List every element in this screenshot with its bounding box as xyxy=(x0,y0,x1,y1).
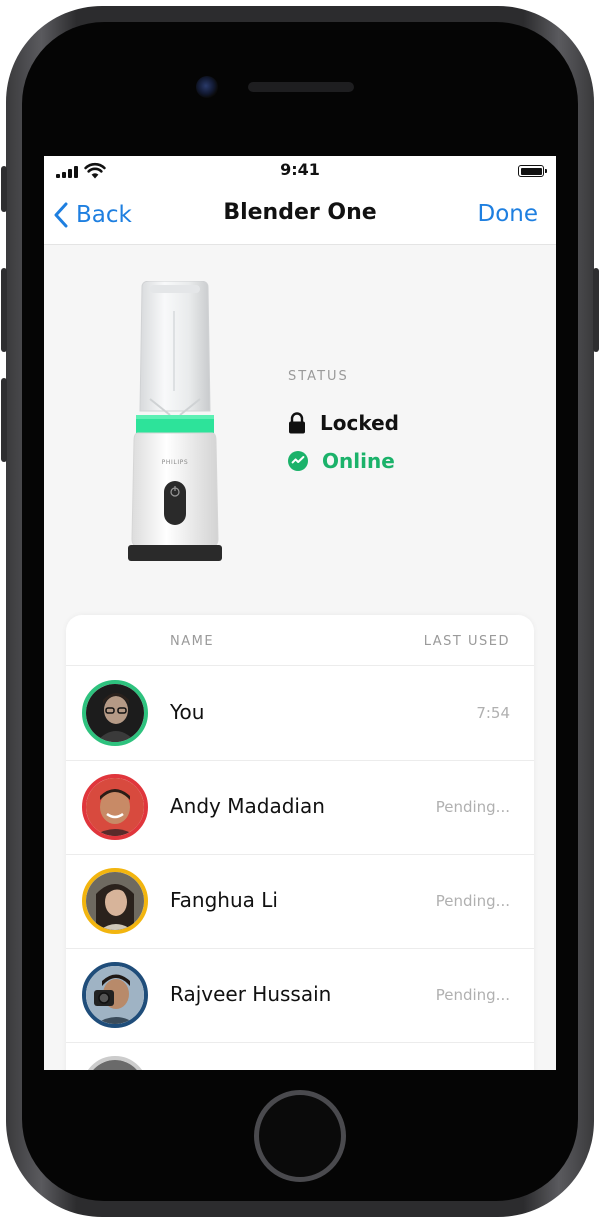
volume-up-button xyxy=(1,268,7,352)
user-name: You xyxy=(170,700,205,724)
home-button[interactable] xyxy=(254,1090,346,1182)
back-button-label: Back xyxy=(76,202,132,228)
earpiece-speaker xyxy=(248,82,354,92)
avatar xyxy=(82,868,148,934)
connection-status-label: Online xyxy=(322,449,395,473)
user-row[interactable]: Fanghua Li Pending... xyxy=(66,854,534,949)
last-used-value: Pending... xyxy=(435,798,510,816)
device-summary: PHILIPS STATUS Locked Online xyxy=(44,245,556,605)
avatar xyxy=(82,680,148,746)
lock-status-label: Locked xyxy=(320,411,399,435)
battery-icon xyxy=(518,165,547,177)
front-camera xyxy=(196,76,218,98)
avatar xyxy=(82,962,148,1028)
user-name: Andy Madadian xyxy=(170,794,325,818)
power-button xyxy=(593,268,599,352)
status-heading: STATUS xyxy=(288,369,349,384)
user-row[interactable]: Andy Madadian Pending... xyxy=(66,760,534,855)
user-name: Fanghua Li xyxy=(170,888,278,912)
back-button[interactable]: Back xyxy=(54,198,132,232)
connection-status: Online xyxy=(288,448,399,474)
last-used-value: 7:54 xyxy=(476,704,510,722)
silent-switch xyxy=(1,166,7,212)
lock-status: Locked xyxy=(288,410,399,436)
name-column-header: NAME xyxy=(170,634,215,649)
user-row[interactable]: You 7:54 xyxy=(66,666,534,761)
avatar xyxy=(82,774,148,840)
last-used-value: Pending... xyxy=(435,892,510,910)
lock-icon xyxy=(289,412,305,434)
user-name: Rajveer Hussain xyxy=(170,982,332,1006)
status-time: 9:41 xyxy=(280,160,320,179)
user-row[interactable]: Rajveer Hussain Pending... xyxy=(66,948,534,1043)
app-screen: 9:41 Back Blender One Done PHILIPS STATU… xyxy=(44,156,556,1070)
status-bar: 9:41 xyxy=(44,156,556,186)
users-list: NAME LAST USED You 7:54 Andy Madadian Pe… xyxy=(66,615,534,1070)
volume-down-button xyxy=(1,378,7,462)
online-icon xyxy=(288,451,308,471)
user-row-partial[interactable] xyxy=(66,1042,534,1070)
blender-brand-logo: PHILIPS xyxy=(162,459,189,466)
users-table-header: NAME LAST USED xyxy=(66,615,534,666)
blender-image: PHILIPS xyxy=(128,281,222,561)
avatar xyxy=(82,1056,148,1070)
navigation-bar: Back Blender One Done xyxy=(44,186,556,245)
done-button[interactable]: Done xyxy=(477,201,538,227)
status-panel: STATUS Locked Online xyxy=(288,369,399,486)
chevron-left-icon xyxy=(54,202,68,228)
last-used-column-header: LAST USED xyxy=(423,634,510,649)
last-used-value: Pending... xyxy=(435,986,510,1004)
